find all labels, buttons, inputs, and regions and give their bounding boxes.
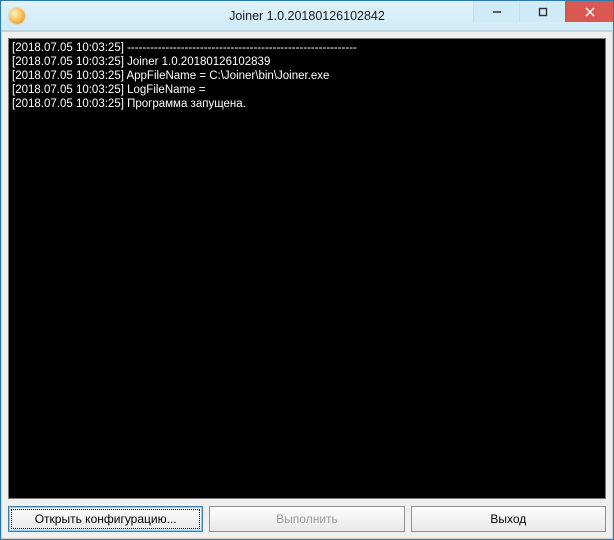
client-area: [2018.07.05 10:03:25] ------------------…: [1, 31, 613, 539]
execute-button: Выполнить: [209, 506, 404, 532]
app-window: Joiner 1.0.20180126102842 [2018.07.05 10…: [0, 0, 614, 540]
log-line: [2018.07.05 10:03:25] ------------------…: [12, 41, 602, 55]
titlebar[interactable]: Joiner 1.0.20180126102842: [1, 1, 613, 31]
open-config-button[interactable]: Открыть конфигурацию...: [8, 506, 203, 532]
minimize-icon: [492, 7, 502, 17]
close-button[interactable]: [565, 1, 613, 22]
minimize-button[interactable]: [473, 1, 519, 22]
exit-button[interactable]: Выход: [411, 506, 606, 532]
log-line: [2018.07.05 10:03:25] AppFileName = C:\J…: [12, 69, 602, 83]
button-row: Открыть конфигурацию... Выполнить Выход: [8, 506, 606, 532]
maximize-button[interactable]: [519, 1, 565, 22]
window-controls: [473, 1, 613, 22]
log-line: [2018.07.05 10:03:25] LogFileName =: [12, 83, 602, 97]
log-console[interactable]: [2018.07.05 10:03:25] ------------------…: [8, 38, 606, 499]
maximize-icon: [538, 7, 548, 17]
log-line: [2018.07.05 10:03:25] Joiner 1.0.2018012…: [12, 55, 602, 69]
log-line: [2018.07.05 10:03:25] Программа запущена…: [12, 97, 602, 111]
close-icon: [585, 7, 595, 17]
app-icon: [9, 8, 25, 24]
